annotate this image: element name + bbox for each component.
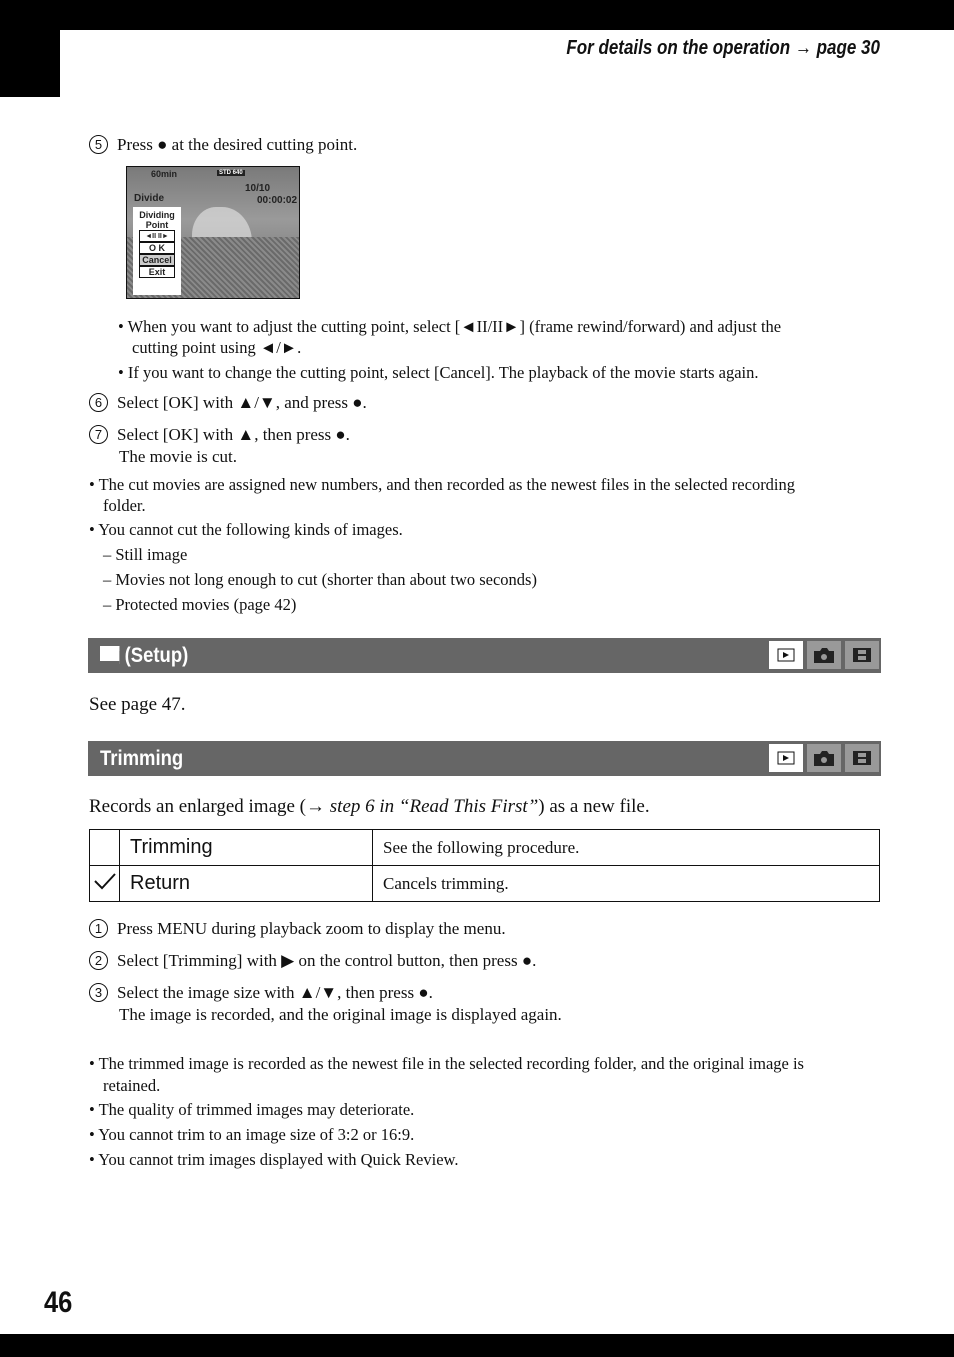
image-count: 10/10 bbox=[245, 183, 271, 194]
note-sub: – Still image bbox=[103, 545, 188, 564]
movie-icon bbox=[845, 744, 879, 772]
check-icon bbox=[89, 865, 120, 902]
note: • The cut movies are assigned new number… bbox=[89, 475, 796, 494]
trim-step-1: 1 Press MENU during playback zoom to disp… bbox=[89, 918, 506, 939]
trim-note: • You cannot trim to an image size of 3:… bbox=[89, 1125, 415, 1144]
step5-bullet: • If you want to change the cutting poin… bbox=[118, 363, 759, 382]
battery-indicator: 60min bbox=[151, 169, 178, 179]
still-camera-icon bbox=[807, 744, 841, 772]
option-desc: See the following procedure. bbox=[372, 829, 880, 866]
step-7-result: The movie is cut. bbox=[119, 447, 238, 466]
cancel-button[interactable]: Cancel bbox=[139, 254, 175, 266]
option-name: Return bbox=[119, 865, 373, 902]
table-row[interactable]: Trimming See the following procedure. bbox=[89, 829, 880, 866]
tab-block bbox=[0, 0, 60, 97]
selected-mark-cell bbox=[89, 829, 120, 866]
mode-label: Divide bbox=[134, 193, 165, 204]
top-bar bbox=[0, 0, 954, 30]
page-number: 46 bbox=[44, 1286, 73, 1319]
table-row[interactable]: Return Cancels trimming. bbox=[89, 865, 880, 902]
playback-icon bbox=[769, 641, 803, 669]
step-6: 6 Select [OK] with ▲/▼, and press ●. bbox=[89, 392, 367, 413]
option-name: Trimming bbox=[119, 829, 373, 866]
option-desc: Cancels trimming. bbox=[372, 865, 880, 902]
step5-bullet-cont: cutting point using ◄/►. bbox=[132, 338, 302, 357]
setup-section-header: (Setup) bbox=[88, 638, 881, 673]
note: • You cannot cut the following kinds of … bbox=[89, 520, 403, 539]
note-sub: – Movies not long enough to cut (shorter… bbox=[103, 570, 537, 589]
trim-note: • The trimmed image is recorded as the n… bbox=[89, 1054, 804, 1073]
exit-button[interactable]: Exit bbox=[139, 266, 175, 278]
trim-note-cont: retained. bbox=[103, 1076, 161, 1095]
note-sub: – Protected movies (page 42) bbox=[103, 595, 297, 614]
ok-button[interactable]: O K bbox=[139, 242, 175, 254]
trim-note: • You cannot trim images displayed with … bbox=[89, 1150, 459, 1169]
trimming-menu-table: Trimming See the following procedure. Re… bbox=[89, 829, 880, 902]
header-reference: For details on the operation → page 30 bbox=[566, 37, 880, 59]
note-cont: folder. bbox=[103, 496, 146, 515]
trim-step-3-result: The image is recorded, and the original … bbox=[119, 1005, 562, 1024]
trim-step-3: 3 Select the image size with ▲/▼, then pr… bbox=[89, 982, 433, 1003]
playback-icon bbox=[769, 744, 803, 772]
trimming-intro: Records an enlarged image (→ step 6 in “… bbox=[89, 796, 650, 817]
still-camera-icon bbox=[807, 641, 841, 669]
setup-see-page: See page 47. bbox=[89, 694, 186, 715]
setup-icon bbox=[100, 646, 120, 664]
divide-menu: Dividing Point ◄II II► O K Cancel Exit bbox=[133, 207, 181, 295]
quality-indicator: STD 640 bbox=[217, 170, 245, 176]
trim-note: • The quality of trimmed images may dete… bbox=[89, 1100, 415, 1119]
step-7: 7 Select [OK] with ▲, then press ●. bbox=[89, 424, 350, 445]
menu-title: Dividing Point bbox=[139, 210, 175, 230]
time-counter: 00:00:02 bbox=[257, 195, 298, 206]
step5-bullet: • When you want to adjust the cutting po… bbox=[118, 317, 782, 336]
trim-step-2: 2 Select [Trimming] with ▶ on the control… bbox=[89, 950, 536, 971]
bottom-bar bbox=[0, 1334, 954, 1357]
movie-icon bbox=[845, 641, 879, 669]
trimming-section-header: Trimming bbox=[88, 741, 881, 776]
frame-step-button[interactable]: ◄II II► bbox=[139, 230, 175, 242]
lcd-screen-image: 60min STD 640 10/10 Divide 00:00:02 Divi… bbox=[126, 166, 300, 299]
step-5: 5 Press ● at the desired cutting point. bbox=[89, 134, 357, 155]
